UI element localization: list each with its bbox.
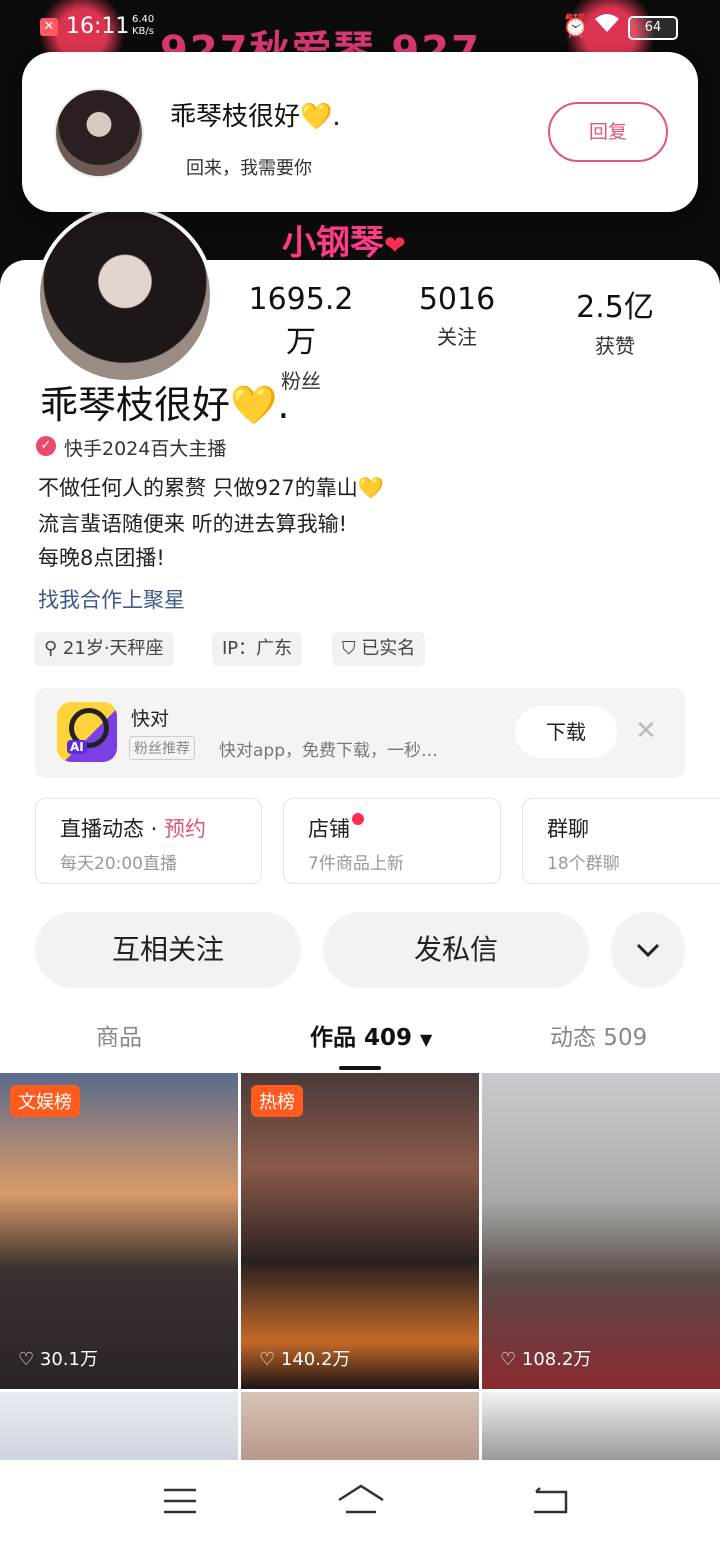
notification-dot — [352, 813, 364, 825]
card-title: 店铺 — [308, 813, 364, 843]
stat-label: 获赞 — [595, 334, 635, 358]
collab-link[interactable]: 找我合作上聚星 — [38, 584, 185, 614]
home-icon[interactable] — [336, 1482, 386, 1518]
card-subtitle: 18个群聊 — [547, 854, 620, 874]
stat-label: 关注 — [437, 325, 477, 349]
tab-products[interactable]: 商品 — [96, 1018, 142, 1052]
message-button[interactable]: 发私信 — [323, 912, 589, 988]
notification-sender: 乖琴枝很好💛. — [170, 102, 341, 132]
caret-down-icon: ▼ — [420, 1030, 433, 1049]
verified-badge-text: 快手2024百大主播 — [64, 438, 227, 460]
wifi-icon — [594, 12, 620, 40]
card-title: 直播动态 · 预约 — [60, 817, 207, 841]
bio-line: 每晚8点团播! — [38, 546, 165, 570]
status-bar: ✕ 16:11 6.40 KB/s ⏰ 64 — [0, 0, 720, 56]
avatar[interactable] — [36, 206, 214, 384]
ad-description: 快对app，免费下载，一秒… — [219, 741, 438, 761]
verified-icon: ✓ — [36, 436, 56, 456]
network-speed: 6.40 KB/s — [132, 14, 155, 37]
battery-indicator: 64 — [628, 16, 678, 40]
menu-icon[interactable] — [162, 1486, 198, 1516]
video-tile[interactable] — [241, 1392, 479, 1460]
heart-outline-icon: ♡ — [18, 1349, 35, 1370]
chevron-down-icon — [636, 943, 660, 958]
location-icon: ⚲ — [44, 638, 58, 659]
system-navbar — [0, 1460, 720, 1544]
banner-subtitle: 小钢琴❤ — [282, 223, 406, 263]
tag-age: ⚲ 21岁·天秤座 — [34, 632, 174, 666]
alarm-icon: ⏰ — [562, 14, 590, 39]
like-count: ♡ 30.1万 — [18, 1349, 98, 1370]
shield-icon: ⛉ — [342, 638, 356, 659]
video-tile[interactable] — [482, 1392, 720, 1460]
more-button[interactable] — [611, 912, 685, 988]
bio-line: 不做任何人的累赘 只做927的靠山💛 — [38, 476, 384, 500]
close-icon[interactable]: ✕ — [635, 716, 657, 746]
tab-works[interactable]: 作品 409 ▼ — [310, 1018, 432, 1052]
card-title: 群聊 — [547, 817, 589, 841]
bio-line: 流言蜚语随便来 听的进去算我输! — [38, 512, 348, 536]
ad-title: 快对 — [131, 708, 170, 730]
ad-card[interactable]: AI 快对 粉丝推荐 快对app，免费下载，一秒… 下载 ✕ — [35, 688, 685, 778]
card-shop[interactable]: 店铺 7件商品上新 — [283, 798, 501, 884]
tab-moments[interactable]: 动态 509 — [550, 1018, 647, 1052]
profile-name: 乖琴枝很好💛. — [40, 383, 290, 427]
video-tile[interactable]: 热榜 ♡ 140.2万 — [241, 1073, 479, 1389]
download-button[interactable]: 下载 — [515, 706, 617, 758]
like-count: ♡ 108.2万 — [500, 1349, 592, 1370]
video-tile[interactable]: 文娱榜 ♡ 30.1万 — [0, 1073, 238, 1389]
card-subtitle: 每天20:00直播 — [60, 854, 177, 874]
card-subtitle: 7件商品上新 — [308, 854, 404, 874]
heart-outline-icon: ♡ — [500, 1349, 517, 1370]
card-live[interactable]: 直播动态 · 预约 每天20:00直播 — [35, 798, 262, 884]
heart-icon: ❤ — [384, 231, 406, 261]
card-groups[interactable]: 群聊 18个群聊 — [522, 798, 720, 884]
like-count: ♡ 140.2万 — [259, 1349, 351, 1370]
stat-following[interactable]: 5016 关注 — [404, 282, 510, 350]
stat-value: 5016 — [418, 282, 496, 317]
close-icon: ✕ — [40, 18, 58, 36]
stat-value: 2.5亿 — [576, 290, 654, 325]
rank-badge: 热榜 — [251, 1085, 303, 1117]
notification-message: 回来，我需要你 — [186, 158, 312, 179]
stat-likes[interactable]: 2.5亿 获赞 — [560, 282, 670, 359]
ad-chip: 粉丝推荐 — [129, 736, 195, 760]
status-time: 16:11 — [66, 14, 130, 39]
back-icon[interactable] — [528, 1484, 570, 1518]
rank-badge: 文娱榜 — [10, 1085, 80, 1117]
stat-value: 1695.2万 — [248, 282, 354, 360]
message-notification[interactable]: 乖琴枝很好💛. 回来，我需要你 回复 — [22, 52, 698, 212]
follow-button[interactable]: 互相关注 — [35, 912, 301, 988]
reply-button[interactable]: 回复 — [548, 102, 668, 162]
app-logo-icon: AI — [57, 702, 117, 762]
video-tile[interactable] — [0, 1392, 238, 1460]
tag-verified: ⛉ 已实名 — [332, 632, 426, 666]
heart-outline-icon: ♡ — [259, 1349, 276, 1370]
notification-avatar — [54, 88, 144, 178]
video-tile[interactable]: ♡ 108.2万 — [482, 1073, 720, 1389]
tag-ip: IP：广东 — [212, 632, 303, 666]
tab-underline — [339, 1066, 381, 1070]
